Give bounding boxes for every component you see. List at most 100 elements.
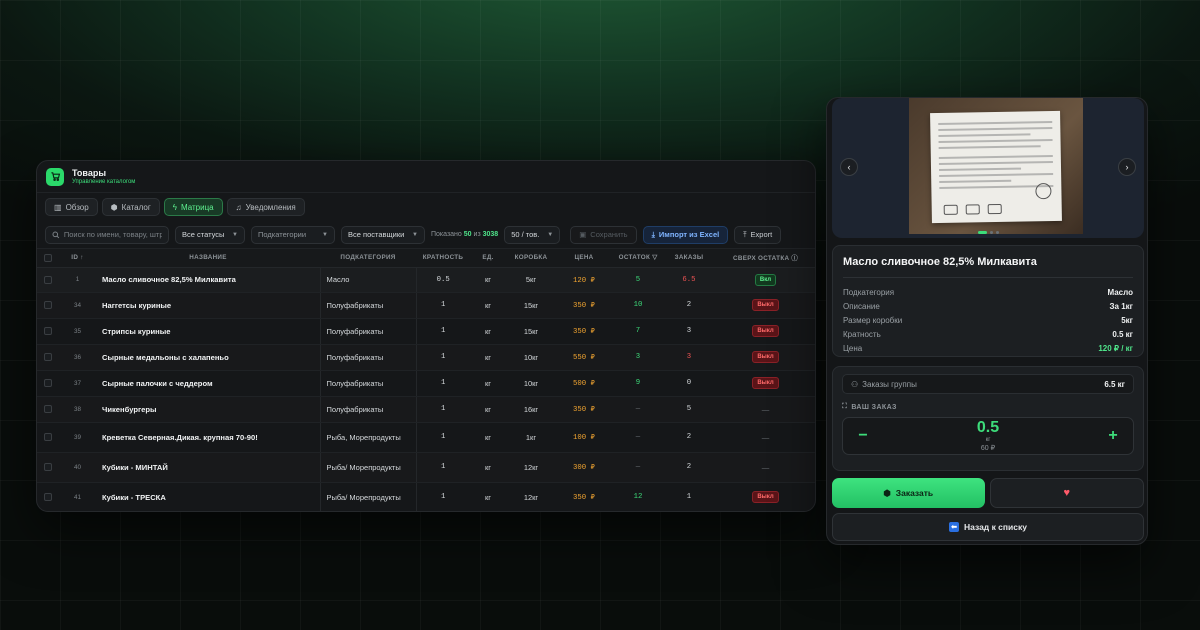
search-input[interactable] bbox=[63, 230, 162, 239]
tab-notifications[interactable]: ♫ Уведомления bbox=[226, 198, 305, 216]
table-row[interactable]: 35 Стрипсы куриные Полуфабрикаты 1 кг 15… bbox=[37, 318, 815, 345]
status-select[interactable]: Все статусы ▼ bbox=[175, 225, 245, 244]
cell-box: 12кг bbox=[506, 482, 556, 511]
cell-subcategory: Рыба/ Морепродукты bbox=[320, 452, 417, 483]
row-select[interactable] bbox=[37, 370, 59, 397]
over-stock-empty: — bbox=[761, 404, 770, 414]
cell-box: 12кг bbox=[506, 452, 556, 483]
row-select[interactable] bbox=[37, 452, 59, 483]
gallery-next-button[interactable]: › bbox=[1118, 158, 1136, 176]
row-select[interactable] bbox=[37, 292, 59, 319]
cell-box: 15кг bbox=[506, 318, 556, 345]
col-multiplicity[interactable]: КРАТНОСТЬ bbox=[416, 249, 470, 268]
cell-name[interactable]: Кубики - ТРЕСКА bbox=[96, 482, 321, 511]
cell-stock: — bbox=[612, 396, 664, 423]
export-button[interactable]: ⤒ Export bbox=[734, 225, 782, 244]
table-row[interactable]: 38 Чикенбургеры Полуфабрикаты 1 кг 16кг … bbox=[37, 396, 815, 423]
checkbox[interactable] bbox=[44, 433, 52, 441]
checkbox[interactable] bbox=[44, 463, 52, 471]
col-subcategory[interactable]: ПОДКАТЕГОРИЯ bbox=[320, 249, 416, 268]
cell-name[interactable]: Креветка Северная.Дикая. крупная 70-90! bbox=[96, 422, 321, 453]
row-select[interactable] bbox=[37, 396, 59, 423]
cell-name[interactable]: Наггетсы куриные bbox=[96, 292, 321, 319]
tab-overview[interactable]: ▥ Обзор bbox=[45, 198, 98, 216]
filter-icon[interactable]: ▽ bbox=[652, 254, 657, 261]
favorite-button[interactable]: ♥ bbox=[989, 478, 1144, 508]
checkbox[interactable] bbox=[44, 253, 52, 262]
increase-button[interactable]: + bbox=[1105, 427, 1121, 445]
supplier-select[interactable]: Все поставщики ▼ bbox=[341, 225, 425, 244]
cell-subcategory: Полуфабрикаты bbox=[320, 292, 417, 319]
col-stock[interactable]: ОСТАТОК ▽ bbox=[612, 249, 664, 268]
cell-unit: кг bbox=[470, 482, 506, 511]
save-button[interactable]: ▣ Сохранить bbox=[570, 225, 637, 244]
cell-name[interactable]: Масло сливочное 82,5% Милкавита bbox=[96, 267, 321, 293]
decrease-button[interactable]: − bbox=[855, 427, 871, 445]
col-name[interactable]: НАЗВАНИЕ bbox=[96, 249, 320, 268]
checkbox[interactable] bbox=[44, 301, 52, 309]
over-stock-toggle[interactable]: Выкл bbox=[752, 299, 779, 311]
gallery-dot[interactable] bbox=[977, 231, 987, 234]
over-stock-toggle[interactable]: Выкл bbox=[752, 377, 779, 389]
row-select[interactable] bbox=[37, 318, 59, 345]
select-all-header[interactable] bbox=[37, 249, 59, 268]
tab-catalog[interactable]: ⬢ Каталог bbox=[101, 198, 160, 216]
product-photo[interactable] bbox=[909, 98, 1083, 234]
col-over[interactable]: СВЕРХ ОСТАТКА ⓘ bbox=[714, 249, 815, 268]
checkbox[interactable] bbox=[44, 275, 52, 284]
cell-box: 10кг bbox=[506, 370, 556, 397]
cell-multiplicity: 1 bbox=[416, 482, 470, 511]
gallery-prev-button[interactable]: ‹ bbox=[840, 158, 858, 176]
checkbox[interactable] bbox=[44, 405, 52, 413]
import-excel-button[interactable]: ⤓ Импорт из Excel bbox=[642, 225, 729, 244]
checkbox[interactable] bbox=[44, 327, 52, 335]
cell-over: Вкл bbox=[714, 267, 815, 293]
search-box[interactable] bbox=[45, 225, 169, 244]
col-id[interactable]: ID ↑ bbox=[59, 249, 96, 268]
row-select[interactable] bbox=[37, 482, 59, 511]
table-row[interactable]: 39 Креветка Северная.Дикая. крупная 70-9… bbox=[37, 422, 815, 453]
cell-over: Выкл bbox=[714, 292, 815, 319]
detail-row: Цена 120 ₽ / кг bbox=[843, 341, 1133, 355]
row-select[interactable] bbox=[37, 344, 59, 371]
over-stock-toggle[interactable]: Выкл bbox=[752, 325, 779, 337]
col-price[interactable]: ЦЕНА bbox=[556, 249, 612, 268]
col-orders[interactable]: ЗАКАЗЫ bbox=[664, 249, 714, 268]
over-stock-toggle[interactable]: Вкл bbox=[754, 273, 777, 286]
back-to-list-button[interactable]: ⬅ Назад к списку bbox=[832, 513, 1144, 541]
tab-matrix[interactable]: ϟ Матрица bbox=[163, 198, 223, 216]
table-row[interactable]: 1 Масло сливочное 82,5% Милкавита Масло … bbox=[37, 267, 815, 293]
subcategory-select[interactable]: Подкатегории ▼ bbox=[251, 225, 335, 244]
cell-stock: 5 bbox=[612, 267, 664, 293]
cell-orders: 3 bbox=[664, 318, 714, 345]
col-unit[interactable]: ЕД. bbox=[470, 249, 506, 268]
cell-price: 350 ₽ bbox=[556, 318, 612, 345]
cell-name[interactable]: Сырные медальоны с халапеньо bbox=[96, 344, 321, 371]
table-row[interactable]: 40 Кубики - МИНТАЙ Рыба/ Морепродукты 1 … bbox=[37, 452, 815, 483]
table-row[interactable]: 37 Сырные палочки с чеддером Полуфабрика… bbox=[37, 370, 815, 397]
row-select[interactable] bbox=[37, 267, 59, 293]
gallery-dot[interactable] bbox=[995, 231, 999, 234]
over-stock-toggle[interactable]: Выкл bbox=[752, 491, 779, 503]
table-row[interactable]: 41 Кубики - ТРЕСКА Рыба/ Морепродукты 1 … bbox=[37, 482, 815, 511]
checkbox[interactable] bbox=[44, 353, 52, 361]
cell-orders: 2 bbox=[664, 292, 714, 319]
table-row[interactable]: 34 Наггетсы куриные Полуфабрикаты 1 кг 1… bbox=[37, 292, 815, 319]
row-select[interactable] bbox=[37, 422, 59, 453]
checkbox[interactable] bbox=[44, 493, 52, 501]
chevron-down-icon: ▼ bbox=[232, 231, 238, 238]
gallery-dot[interactable] bbox=[989, 231, 993, 234]
order-button[interactable]: ⬢ Заказать bbox=[832, 478, 985, 508]
cell-over: — bbox=[714, 422, 815, 453]
table-row[interactable]: 36 Сырные медальоны с халапеньо Полуфабр… bbox=[37, 344, 815, 371]
col-box[interactable]: КОРОБКА bbox=[506, 249, 556, 268]
cell-price: 550 ₽ bbox=[556, 344, 612, 371]
cell-name[interactable]: Чикенбургеры bbox=[96, 396, 321, 423]
cell-name[interactable]: Стрипсы куриные bbox=[96, 318, 321, 345]
per-page-select[interactable]: 50 / тов. ▼ bbox=[504, 225, 561, 244]
quantity-sum: 60 ₽ bbox=[980, 445, 996, 452]
cell-name[interactable]: Сырные палочки с чеддером bbox=[96, 370, 321, 397]
over-stock-toggle[interactable]: Выкл bbox=[752, 351, 779, 363]
cell-name[interactable]: Кубики - МИНТАЙ bbox=[96, 452, 321, 483]
checkbox[interactable] bbox=[44, 379, 52, 387]
